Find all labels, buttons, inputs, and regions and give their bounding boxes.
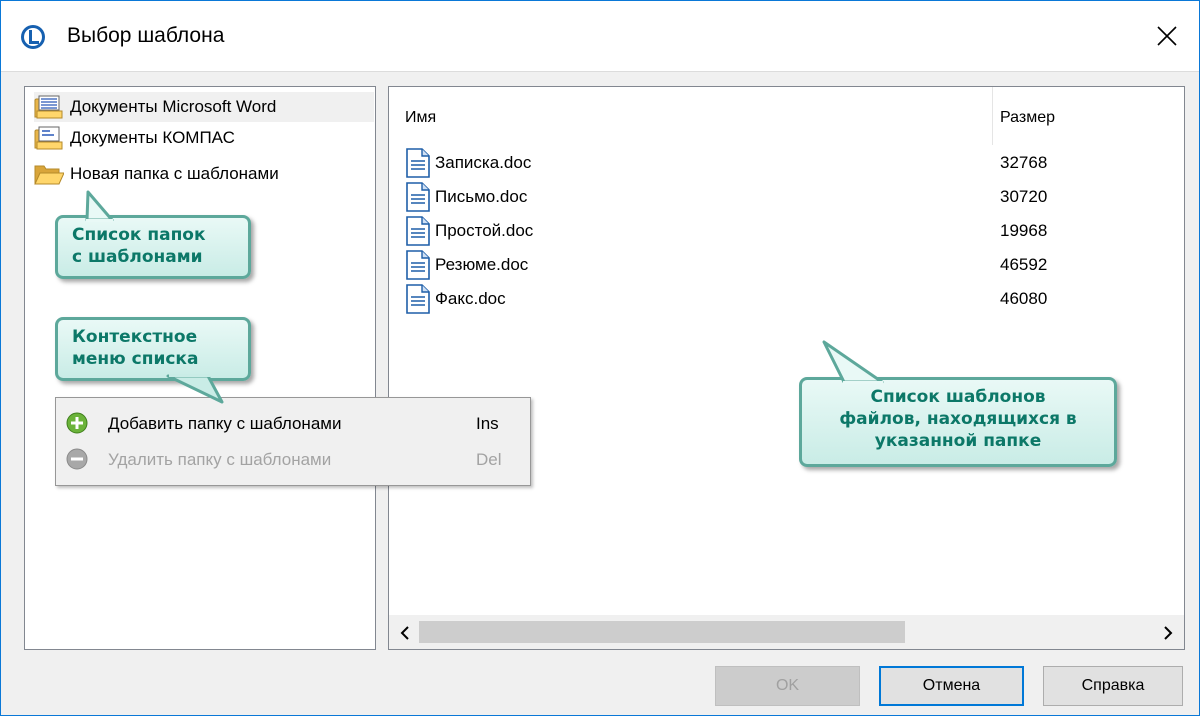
callout-line: Список шаблонов (870, 387, 1046, 407)
callout-folder-list: Список папок с шаблонами (55, 190, 251, 279)
add-icon (66, 412, 88, 434)
document-icon (406, 216, 430, 246)
open-folder-icon (34, 165, 64, 185)
cancel-button[interactable]: Отмена (879, 666, 1024, 706)
file-row[interactable]: Факс.doc 46080 (405, 281, 1175, 315)
column-separator[interactable] (992, 87, 993, 145)
file-name: Простой.doc (435, 221, 534, 240)
callout-line: с шаблонами (72, 247, 203, 267)
scroll-right-arrow-icon[interactable] (1158, 623, 1178, 643)
column-header-name[interactable]: Имя (405, 109, 436, 127)
file-name: Письмо.doc (435, 187, 528, 206)
callout-pointer (166, 374, 224, 404)
document-icon (406, 284, 430, 314)
document-icon (406, 182, 430, 212)
file-size: 32768 (1000, 153, 1048, 172)
window-title: Выбор шаблона (67, 24, 225, 47)
menu-item-shortcut: Del (476, 450, 502, 469)
template-selection-dialog: Выбор шаблона Документы Microsoft Word Д… (0, 0, 1200, 716)
menu-item-label: Добавить папку с шаблонами (108, 414, 342, 433)
close-button[interactable] (1135, 1, 1199, 71)
callout-context-menu: Контекстное меню списка (55, 317, 251, 404)
template-file-list[interactable]: Имя Размер Записка.doc 32768 Письмо.doc … (388, 86, 1185, 650)
kompas-logo-icon (21, 25, 45, 49)
folder-label: Документы КОМПАС (70, 128, 235, 147)
folder-item-kompas[interactable]: Документы КОМПАС (34, 123, 235, 153)
file-row[interactable]: Записка.doc 32768 (405, 145, 1175, 179)
callout-line: указанной папке (874, 431, 1042, 451)
menu-item-label: Удалить папку с шаблонами (108, 450, 332, 469)
dialog-content: Документы Microsoft Word Документы КОМПА… (1, 71, 1199, 715)
callout-line: Контекстное (72, 327, 198, 347)
file-name: Резюме.doc (435, 255, 529, 274)
document-icon (406, 148, 430, 178)
document-icon (406, 250, 430, 280)
column-header-size[interactable]: Размер (1000, 109, 1055, 127)
scroll-left-arrow-icon[interactable] (395, 623, 415, 643)
help-button[interactable]: Справка (1043, 666, 1183, 706)
scrollbar-thumb[interactable] (419, 621, 905, 643)
file-row[interactable]: Резюме.doc 46592 (405, 247, 1175, 281)
file-name: Записка.doc (435, 153, 532, 172)
menu-item-add-folder[interactable]: Добавить папку с шаблонами Ins (56, 404, 530, 442)
remove-icon (66, 448, 88, 470)
callout-pointer (822, 340, 884, 384)
horizontal-scrollbar[interactable] (389, 615, 1184, 649)
folder-item-word[interactable]: Документы Microsoft Word (34, 92, 374, 122)
callout-line: Список папок (72, 225, 206, 245)
callout-pointer (85, 190, 114, 222)
ok-button[interactable]: OK (715, 666, 860, 706)
menu-item-remove-folder[interactable]: Удалить папку с шаблонами Del (56, 440, 530, 478)
file-size: 46080 (1000, 289, 1048, 308)
word-templates-folder-icon (34, 95, 63, 119)
file-size: 46592 (1000, 255, 1048, 274)
callout-line: меню списка (72, 349, 199, 369)
file-row[interactable]: Письмо.doc 30720 (405, 179, 1175, 213)
list-header: Имя Размер (389, 87, 1184, 147)
close-icon (1157, 26, 1177, 46)
title-bar: Выбор шаблона (1, 1, 1199, 71)
callout-line: файлов, находящихся в (839, 409, 1077, 429)
kompas-templates-folder-icon (34, 126, 63, 150)
file-row[interactable]: Простой.doc 19968 (405, 213, 1175, 247)
menu-item-shortcut: Ins (476, 414, 499, 433)
folder-label: Документы Microsoft Word (70, 97, 277, 116)
context-menu: Добавить папку с шаблонами Ins Удалить п… (55, 397, 531, 486)
file-size: 30720 (1000, 187, 1048, 206)
folder-item-new[interactable]: Новая папка с шаблонами (34, 159, 279, 189)
file-size: 19968 (1000, 221, 1048, 240)
file-name: Факс.doc (435, 289, 506, 308)
callout-file-list: Список шаблонов файлов, находящихся в ук… (799, 340, 1117, 467)
folder-label: Новая папка с шаблонами (70, 164, 279, 183)
